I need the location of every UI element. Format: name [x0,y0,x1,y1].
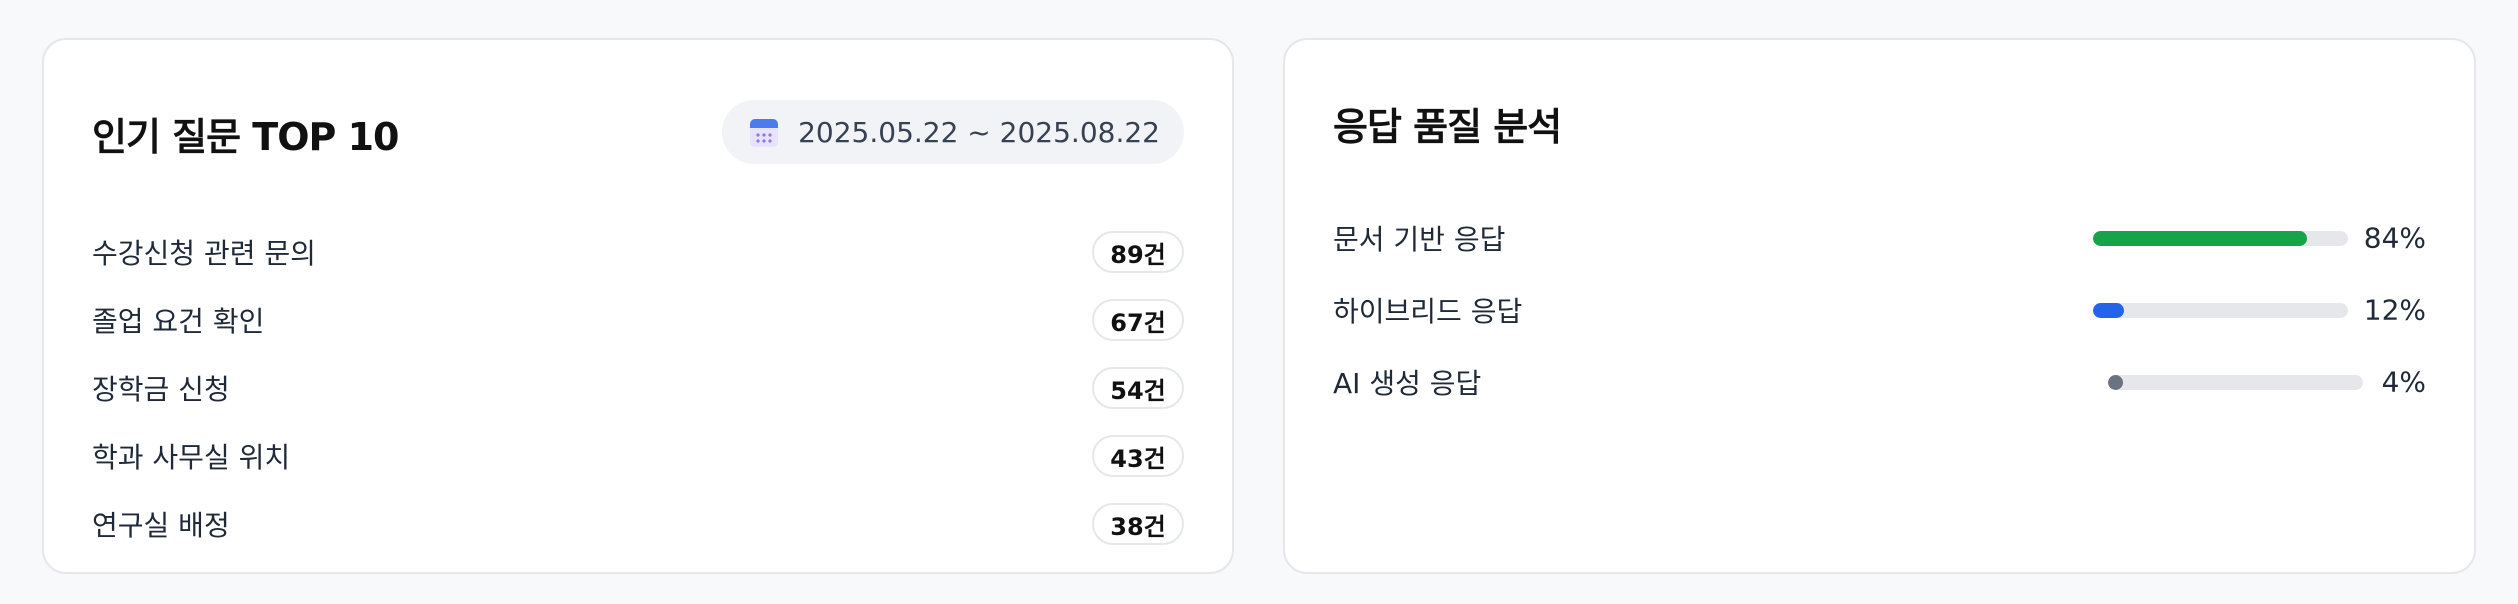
question-row[interactable]: 졸업 요건 확인 67건 [92,298,1184,342]
popular-questions-card: 인기 질문 TOP 10 2025.05.22 ~ 2025.08.22 수강신… [42,38,1234,574]
popular-questions-title: 인기 질문 TOP 10 [92,115,399,159]
quality-label: AI 생성 응답 [1333,367,1482,400]
question-count-badge: 54건 [1092,367,1184,409]
progress-fill [2093,303,2124,318]
quality-label: 하이브리드 응답 [1333,295,1523,328]
date-range-picker[interactable]: 2025.05.22 ~ 2025.08.22 [722,100,1184,164]
question-label: 졸업 요건 확인 [92,305,265,338]
progress-track [2093,231,2348,246]
response-quality-card: 응답 품질 분석 문서 기반 응답 84% 하이브리드 응답 12% AI 생성… [1283,38,2476,574]
quality-label: 문서 기반 응답 [1333,223,1506,256]
question-row[interactable]: 학과 사무실 위치 43건 [92,434,1184,478]
question-count-badge: 43건 [1092,435,1184,477]
quality-percent: 84% [2363,221,2426,255]
progress-track [2093,303,2348,318]
question-label: 수강신청 관련 문의 [92,237,316,270]
progress-fill [2108,375,2124,390]
calendar-icon [750,117,779,147]
response-quality-title: 응답 품질 분석 [1333,105,1562,149]
quality-percent: 4% [2381,365,2426,399]
question-label: 학과 사무실 위치 [92,441,291,474]
progress-track [2108,375,2363,390]
date-range-text: 2025.05.22 ~ 2025.08.22 [798,115,1160,149]
question-row[interactable]: 연구실 배정 38건 [92,502,1184,546]
quality-percent: 12% [2363,293,2426,327]
question-label: 장학금 신청 [92,373,230,406]
question-count-badge: 38건 [1092,503,1184,545]
question-count-badge: 67건 [1092,299,1184,341]
progress-fill [2093,231,2308,246]
quality-row-ai: AI 생성 응답 4% [1333,360,2426,404]
question-row[interactable]: 장학금 신청 54건 [92,366,1184,410]
question-label: 연구실 배정 [92,509,230,542]
quality-row-hybrid: 하이브리드 응답 12% [1333,288,2426,332]
question-row[interactable]: 수강신청 관련 문의 89건 [92,230,1184,274]
quality-row-document: 문서 기반 응답 84% [1333,216,2426,260]
question-count-badge: 89건 [1092,231,1184,273]
